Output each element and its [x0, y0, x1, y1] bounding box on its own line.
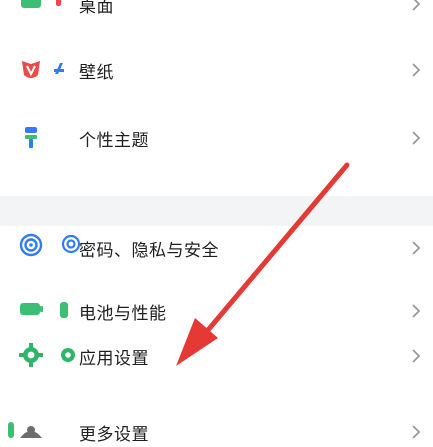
theme-icon [18, 124, 44, 150]
settings-screen: 桌面 壁纸 个性主题 密码、隐私与安全 电池与性能 应用设置 更多设置 [0, 0, 433, 447]
home-icon-dot [54, 0, 64, 8]
wallpaper-icon-accent [52, 60, 66, 76]
settings-item-theme[interactable]: 个性主题 [0, 114, 433, 164]
chevron-right-icon [411, 424, 421, 440]
chevron-right-icon [411, 130, 421, 146]
battery-icon [18, 297, 44, 323]
section-separator [0, 196, 433, 226]
more-settings-icon [18, 416, 44, 442]
settings-item-home[interactable]: 桌面 [0, 0, 433, 22]
gear-icon [18, 342, 44, 368]
settings-item-label: 密码、隐私与安全 [79, 241, 219, 261]
settings-item-app-settings[interactable]: 应用设置 [0, 336, 433, 382]
settings-item-privacy-security[interactable]: 密码、隐私与安全 [0, 226, 433, 272]
settings-item-label: 个性主题 [79, 131, 149, 151]
chevron-right-icon [411, 240, 421, 256]
chevron-right-icon [411, 348, 421, 364]
home-icon [18, 0, 44, 16]
settings-item-label: 电池与性能 [79, 304, 167, 324]
settings-item-label: 壁纸 [79, 63, 114, 83]
battery-icon-partner [58, 300, 70, 320]
settings-item-more-settings[interactable]: 更多设置 [0, 398, 433, 447]
settings-item-label: 桌面 [79, 0, 114, 17]
gear-icon-partner [58, 345, 78, 365]
shield-icon [18, 232, 44, 258]
settings-item-label: 应用设置 [79, 349, 149, 369]
more-settings-icon-partner [6, 420, 16, 440]
settings-item-label: 更多设置 [79, 425, 149, 445]
settings-item-wallpaper[interactable]: 壁纸 [0, 44, 433, 94]
wallpaper-icon [18, 56, 44, 82]
chevron-right-icon [411, 62, 421, 78]
chevron-right-icon [411, 303, 421, 319]
settings-item-battery[interactable]: 电池与性能 [0, 288, 433, 334]
chevron-right-icon [411, 0, 421, 12]
